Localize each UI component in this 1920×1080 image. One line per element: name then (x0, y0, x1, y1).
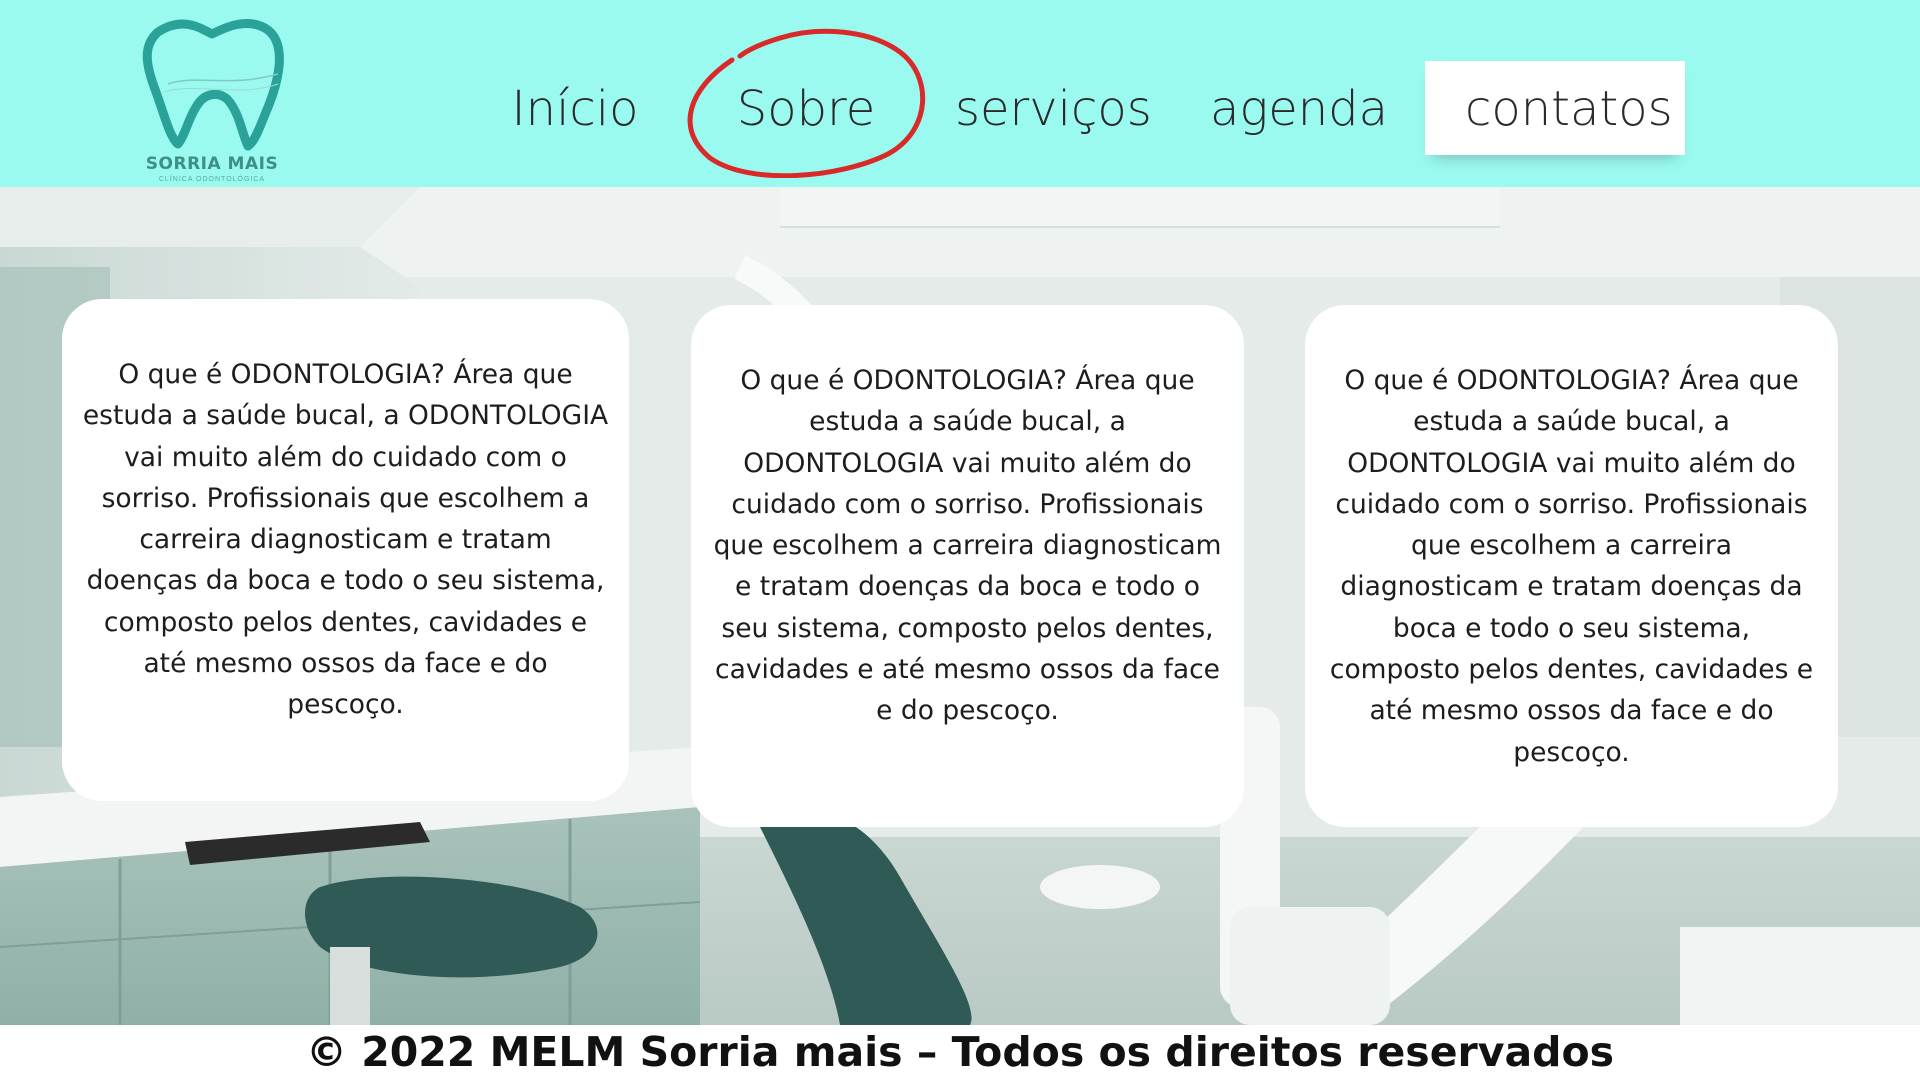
copyright-text: © 2022 MELM Sorria mais – Todos os direi… (305, 1028, 1615, 1076)
info-card-text: O que é ODONTOLOGIA? Área que estuda a s… (1329, 365, 1814, 768)
nav-contatos[interactable]: contatos (1465, 76, 1673, 142)
brand-name: SORRIA MAIS (145, 154, 279, 174)
nav-servicos[interactable]: serviços (955, 76, 1152, 142)
hero-section: O que é ODONTOLOGIA? Área que estuda a s… (0, 187, 1920, 1025)
info-card-2: O que é ODONTOLOGIA? Área que estuda a s… (691, 305, 1244, 827)
site-footer: © 2022 MELM Sorria mais – Todos os direi… (0, 1025, 1920, 1080)
info-card-text: O que é ODONTOLOGIA? Área que estuda a s… (713, 365, 1222, 727)
nav-inicio[interactable]: Início (505, 76, 645, 142)
brand-logo[interactable]: SORRIA MAIS CLÍNICA ODONTOLÓGICA (128, 14, 296, 194)
brand-subtitle: CLÍNICA ODONTOLÓGICA (158, 176, 266, 183)
site-header: SORRIA MAIS CLÍNICA ODONTOLÓGICA Início … (0, 0, 1920, 187)
annotation-circle-icon (687, 28, 926, 178)
info-card-1: O que é ODONTOLOGIA? Área que estuda a s… (62, 299, 629, 801)
tooth-logo-icon (142, 18, 284, 151)
nav-agenda[interactable]: agenda (1210, 76, 1388, 142)
info-card-text: O que é ODONTOLOGIA? Área que estuda a s… (82, 359, 609, 721)
info-card-3: O que é ODONTOLOGIA? Área que estuda a s… (1305, 305, 1838, 827)
